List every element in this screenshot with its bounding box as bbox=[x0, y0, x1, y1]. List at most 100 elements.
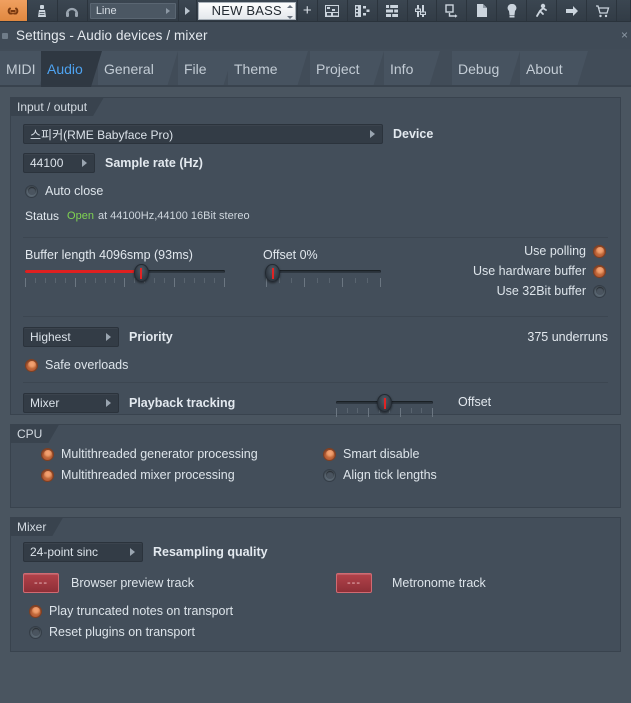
offset-slider[interactable] bbox=[265, 264, 381, 290]
browser-preview-track-value: --- bbox=[34, 577, 48, 589]
divider bbox=[23, 237, 608, 238]
multithreaded-mixer-radio[interactable] bbox=[41, 468, 54, 482]
metronome-track-button[interactable]: --- bbox=[336, 573, 372, 593]
use-polling-row[interactable]: Use polling bbox=[473, 244, 606, 258]
project-bouncer-icon[interactable] bbox=[527, 0, 558, 21]
plugin-picker-icon[interactable] bbox=[497, 0, 528, 21]
use-32bit-buffer-radio[interactable] bbox=[593, 284, 606, 298]
tracking-offset-knob[interactable] bbox=[377, 394, 392, 412]
sample-rate-dropdown[interactable]: 44100 bbox=[23, 153, 95, 173]
spinner-icon[interactable] bbox=[286, 4, 293, 19]
safe-overloads-radio[interactable] bbox=[25, 358, 38, 372]
use-hardware-buffer-radio[interactable] bbox=[593, 264, 606, 278]
reset-plugins-row[interactable]: Reset plugins on transport bbox=[29, 625, 608, 639]
tab-audio[interactable]: Audio bbox=[41, 51, 102, 87]
auto-close-radio[interactable] bbox=[25, 184, 38, 198]
link-chain-icon[interactable] bbox=[0, 0, 28, 21]
device-dropdown[interactable]: 스피커(RME Babyface Pro) bbox=[23, 124, 383, 144]
status-state: Open bbox=[67, 210, 94, 222]
safe-overloads-row[interactable]: Safe overloads bbox=[25, 358, 608, 372]
input-output-section-title: Input / output bbox=[10, 97, 104, 116]
tab-project-label: Project bbox=[316, 61, 360, 77]
add-pattern-button[interactable]: + bbox=[298, 0, 318, 21]
shop-cart-icon[interactable] bbox=[587, 0, 618, 21]
multithreaded-generator-label: Multithreaded generator processing bbox=[61, 447, 258, 461]
pattern-next-button[interactable] bbox=[179, 0, 197, 21]
toolbar-overflow[interactable] bbox=[617, 0, 631, 21]
playback-tracking-row: Mixer Playback tracking Offset bbox=[23, 393, 608, 417]
priority-value: Highest bbox=[30, 330, 71, 344]
settings-tabstrip: MIDI Audio General File Theme Project In… bbox=[0, 49, 631, 87]
page-title: Settings - Audio devices / mixer bbox=[16, 28, 208, 43]
playlist-icon[interactable] bbox=[318, 0, 348, 21]
smart-disable-label: Smart disable bbox=[343, 447, 420, 461]
pattern-mode-value: Line bbox=[95, 4, 117, 17]
tracking-offset-slider[interactable] bbox=[336, 393, 433, 417]
sample-rate-value: 44100 bbox=[30, 156, 64, 170]
auto-close-row[interactable]: Auto close bbox=[25, 184, 608, 198]
pattern-name-field[interactable]: NEW BASS bbox=[197, 0, 298, 21]
reset-plugins-label: Reset plugins on transport bbox=[49, 625, 195, 639]
use-32bit-buffer-row[interactable]: Use 32Bit buffer bbox=[473, 284, 606, 298]
close-icon[interactable]: × bbox=[621, 28, 628, 42]
pattern-mode-select[interactable]: Line bbox=[88, 0, 179, 21]
click-drag-icon[interactable] bbox=[557, 0, 588, 21]
use-polling-radio[interactable] bbox=[593, 244, 606, 258]
sample-rate-label: Sample rate (Hz) bbox=[105, 156, 203, 170]
track-buttons-row: --- Browser preview track --- Metronome … bbox=[23, 573, 608, 593]
resampling-quality-dropdown[interactable]: 24-point sinc bbox=[23, 542, 143, 562]
play-truncated-notes-row[interactable]: Play truncated notes on transport bbox=[29, 604, 608, 618]
multithreaded-generator-radio[interactable] bbox=[41, 447, 54, 461]
chevron-right-icon bbox=[106, 333, 111, 341]
playback-tracking-label: Playback tracking bbox=[129, 396, 236, 410]
tab-theme[interactable]: Theme bbox=[228, 51, 308, 87]
step-sequencer-icon[interactable] bbox=[348, 0, 378, 21]
tab-info[interactable]: Info bbox=[384, 51, 440, 87]
playback-tracking-dropdown[interactable]: Mixer bbox=[23, 393, 119, 413]
tab-general-label: General bbox=[104, 61, 154, 77]
browser-preview-track-label: Browser preview track bbox=[71, 576, 194, 590]
priority-label: Priority bbox=[129, 330, 173, 344]
reset-plugins-radio[interactable] bbox=[29, 625, 42, 639]
tab-general[interactable]: General bbox=[98, 51, 178, 87]
resampling-quality-label: Resampling quality bbox=[153, 545, 268, 559]
tracking-offset-label: Offset bbox=[458, 395, 492, 409]
piano-roll-icon[interactable] bbox=[378, 0, 408, 21]
metronome-icon[interactable] bbox=[28, 0, 58, 21]
use-hardware-buffer-row[interactable]: Use hardware buffer bbox=[473, 264, 606, 278]
offset-slider-ticks bbox=[266, 278, 381, 287]
priority-row: Highest Priority 375 underruns bbox=[23, 327, 608, 347]
multithreaded-generator-row[interactable]: Multithreaded generator processing bbox=[41, 447, 323, 461]
headphones-icon[interactable] bbox=[58, 0, 88, 21]
mixer-icon[interactable] bbox=[408, 0, 438, 21]
play-truncated-notes-label: Play truncated notes on transport bbox=[49, 604, 234, 618]
cpu-options-right: Smart disable Align tick lengths bbox=[323, 447, 437, 482]
tab-file[interactable]: File bbox=[178, 51, 234, 87]
metronome-track-label: Metronome track bbox=[392, 576, 486, 590]
browser-preview-track-button[interactable]: --- bbox=[23, 573, 59, 593]
status-row: Status Open at 44100Hz,44100 16Bit stere… bbox=[25, 209, 608, 223]
multithreaded-mixer-row[interactable]: Multithreaded mixer processing bbox=[41, 468, 323, 482]
window-menu-icon[interactable] bbox=[2, 32, 8, 39]
divider bbox=[23, 316, 608, 317]
buffer-length-slider[interactable] bbox=[25, 264, 225, 290]
buffer-block: Buffer length 4096smp (93ms) Offset 0% U… bbox=[23, 244, 608, 306]
align-tick-lengths-row[interactable]: Align tick lengths bbox=[323, 468, 437, 482]
divider bbox=[23, 382, 608, 383]
play-truncated-notes-radio[interactable] bbox=[29, 604, 42, 618]
smart-disable-row[interactable]: Smart disable bbox=[323, 447, 437, 461]
buffer-slider-ticks bbox=[25, 278, 225, 287]
tab-project[interactable]: Project bbox=[310, 51, 384, 87]
priority-dropdown[interactable]: Highest bbox=[23, 327, 119, 347]
browser-icon[interactable] bbox=[437, 0, 468, 21]
buffer-slider-knob[interactable] bbox=[133, 264, 149, 282]
settings-content: Input / output 스피커(RME Babyface Pro) Dev… bbox=[0, 87, 631, 703]
smart-disable-radio[interactable] bbox=[323, 447, 336, 461]
align-tick-lengths-radio[interactable] bbox=[323, 468, 336, 482]
add-pattern-label: + bbox=[302, 2, 312, 19]
tab-about[interactable]: About bbox=[520, 51, 588, 87]
tab-debug[interactable]: Debug bbox=[452, 51, 520, 87]
metronome-track-value: --- bbox=[347, 577, 361, 589]
offset-caption: Offset 0% bbox=[263, 248, 318, 262]
save-copy-icon[interactable] bbox=[467, 0, 498, 21]
